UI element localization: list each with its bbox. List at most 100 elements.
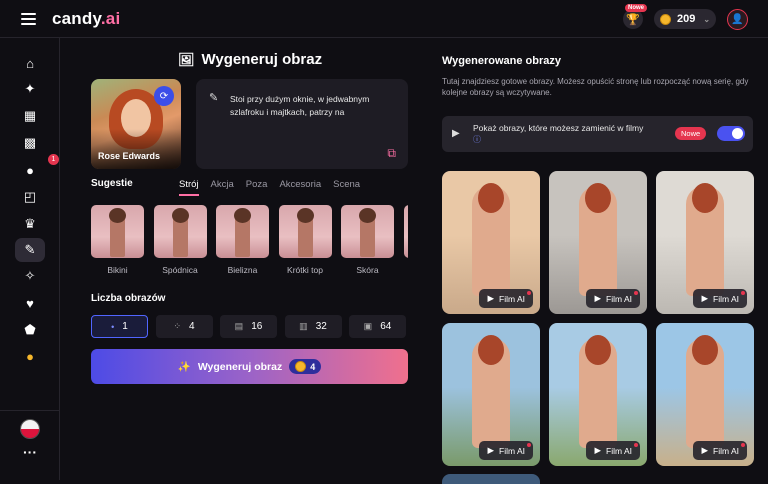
suggestion-label: Bielizna <box>227 265 258 275</box>
image-add-icon: 🖼 <box>178 51 195 67</box>
generated-image-card[interactable]: ▶ Film AI <box>442 323 540 466</box>
user-avatar-button[interactable]: 👤 <box>727 9 748 30</box>
status-dot <box>634 443 638 447</box>
film-ai-button[interactable]: ▶ Film AI <box>693 289 747 308</box>
suggestion-thumbnail <box>91 205 144 258</box>
gallery-card-partial[interactable] <box>442 474 540 484</box>
film-ai-button[interactable]: ▶ Film AI <box>479 441 533 460</box>
suggestion-item[interactable]: Bielizna <box>216 205 269 275</box>
video-camera-icon: ▶ <box>701 293 709 303</box>
count-option-16[interactable]: ▤ 16 <box>220 315 277 338</box>
prompt-text[interactable]: Stoi przy dużym oknie, w jedwabnym szlaf… <box>230 93 395 121</box>
suggestion-item[interactable]: S <box>403 205 409 275</box>
count-option-32[interactable]: ▥ 32 <box>284 315 342 338</box>
tab-scena[interactable]: Scena <box>333 179 360 190</box>
trophy-icon[interactable]: ♛ <box>18 212 42 236</box>
film-ai-button[interactable]: ▶ Film AI <box>479 289 533 308</box>
status-dot <box>527 443 531 447</box>
tab-strój[interactable]: Strój <box>179 179 199 196</box>
swap-character-icon[interactable]: ⟳ <box>154 86 174 106</box>
suggestion-item[interactable]: Skóra <box>341 205 394 275</box>
coin-icon[interactable]: ● <box>18 344 42 368</box>
page-title-text: Wygeneruj obraz <box>201 51 323 68</box>
generated-image-card[interactable]: ▶ Film AI <box>442 171 540 314</box>
results-title: Wygenerowane obrazy <box>442 55 561 67</box>
video-filter-bar: ▶ Pokaż obrazy, które możesz zamienić w … <box>442 116 753 152</box>
suggestion-thumbnail <box>278 205 332 258</box>
status-dot <box>634 291 638 295</box>
language-flag-icon[interactable] <box>20 419 40 439</box>
generated-image-card[interactable]: ▶ Film AI <box>656 323 754 466</box>
logo-main: candy <box>52 9 101 28</box>
film-ai-button[interactable]: ▶ Film AI <box>586 289 640 308</box>
count-option-64[interactable]: ▣ 64 <box>349 315 406 338</box>
trophy-icon[interactable]: 🏆 <box>623 9 643 29</box>
generated-image-card[interactable]: ▶ Film AI <box>656 171 754 314</box>
generated-image-card[interactable]: ▶ Film AI <box>549 171 647 314</box>
video-toggle-switch[interactable] <box>717 126 745 141</box>
count-value: 32 <box>315 321 327 332</box>
video-camera-icon: ▶ <box>487 445 495 455</box>
results-description: Tutaj znajdziesz gotowe obrazy. Możesz o… <box>442 77 749 97</box>
heart-icon[interactable]: ♥ <box>18 291 42 315</box>
count-value: 1 <box>122 321 128 332</box>
more-icon[interactable]: ··· <box>20 445 40 461</box>
random-prompt-icon[interactable]: ⧉ <box>387 146 396 161</box>
suggestion-item[interactable]: Bikini <box>91 205 144 275</box>
video-camera-icon: ▶ <box>594 293 602 303</box>
gallery-icon[interactable]: ◰ <box>18 185 42 209</box>
film-ai-label: Film AI <box>606 445 632 456</box>
menu-icon[interactable] <box>21 13 36 25</box>
video-toggle-label: Pokaż obrazy, które możesz zamienić w fi… <box>473 123 644 133</box>
suggestion-thumbnail <box>403 205 408 258</box>
film-ai-button[interactable]: ▶ Film AI <box>693 441 747 460</box>
film-ai-button[interactable]: ▶ Film AI <box>586 441 640 460</box>
count-value: 4 <box>188 321 195 332</box>
sparkle-icon: ✨ <box>177 361 191 373</box>
generate-image-button[interactable]: ✨ Wygeneruj obraz 4 <box>91 349 408 384</box>
chat-icon[interactable]: ● 1 <box>18 154 59 182</box>
film-icon[interactable]: ▦ <box>18 104 42 128</box>
count-icon: ⁘ <box>173 321 181 331</box>
tab-poza[interactable]: Poza <box>246 179 268 190</box>
coin-icon <box>295 361 307 372</box>
generate-image-icon[interactable]: ✎ <box>15 238 45 262</box>
chevron-down-icon: ⌄ <box>703 14 711 24</box>
suggestion-label: Skóra <box>356 265 379 275</box>
count-icon: ▥ <box>299 321 308 331</box>
film-ai-label: Film AI <box>499 293 525 304</box>
grid-icon[interactable]: ▩ <box>18 131 42 155</box>
video-camera-icon: ▶ <box>487 293 495 303</box>
suggestion-thumbnail <box>216 205 269 258</box>
suggestion-item[interactable]: Spódnica <box>153 205 207 275</box>
generated-image-card[interactable]: ▶ Film AI <box>549 323 647 466</box>
tab-akcesoria[interactable]: Akcesoria <box>279 179 321 190</box>
coin-balance-button[interactable]: 209 ⌄ <box>654 9 716 29</box>
generate-cost-badge: 4 <box>289 359 322 374</box>
image-count-label: Liczba obrazów <box>91 293 166 304</box>
generate-button-label: Wygeneruj obraz <box>197 360 283 373</box>
suggestion-label: Spódnica <box>162 265 198 275</box>
film-ai-label: Film AI <box>499 445 525 456</box>
character-card[interactable]: ⟳ Rose Edwards <box>91 79 181 169</box>
compass-icon[interactable]: ✦ <box>18 77 42 101</box>
logo[interactable]: candy.ai <box>52 9 120 29</box>
magic-wand-icon[interactable]: ✧ <box>18 264 42 288</box>
count-icon: • <box>111 321 115 332</box>
suggestion-label: S <box>404 265 409 275</box>
lock-icon[interactable]: ⬟ <box>18 318 42 342</box>
film-ai-label: Film AI <box>606 293 632 304</box>
coin-icon <box>660 13 671 25</box>
tab-akcja[interactable]: Akcja <box>211 179 234 190</box>
count-option-4[interactable]: ⁘ 4 <box>155 315 213 338</box>
suggestion-item[interactable]: Krótki top <box>278 205 332 275</box>
video-camera-icon: ▶ <box>594 445 602 455</box>
prompt-input[interactable]: ✎ Stoi przy dużym oknie, w jedwabnym szl… <box>196 79 408 169</box>
home-icon[interactable]: ⌂ <box>18 51 42 75</box>
suggestion-label: Bikini <box>107 265 128 275</box>
coin-balance: 209 <box>677 13 696 25</box>
count-option-1[interactable]: • 1 <box>91 315 148 338</box>
suggestion-thumbnail <box>153 205 207 258</box>
edit-icon: ✎ <box>209 92 219 104</box>
status-dot <box>741 291 745 295</box>
